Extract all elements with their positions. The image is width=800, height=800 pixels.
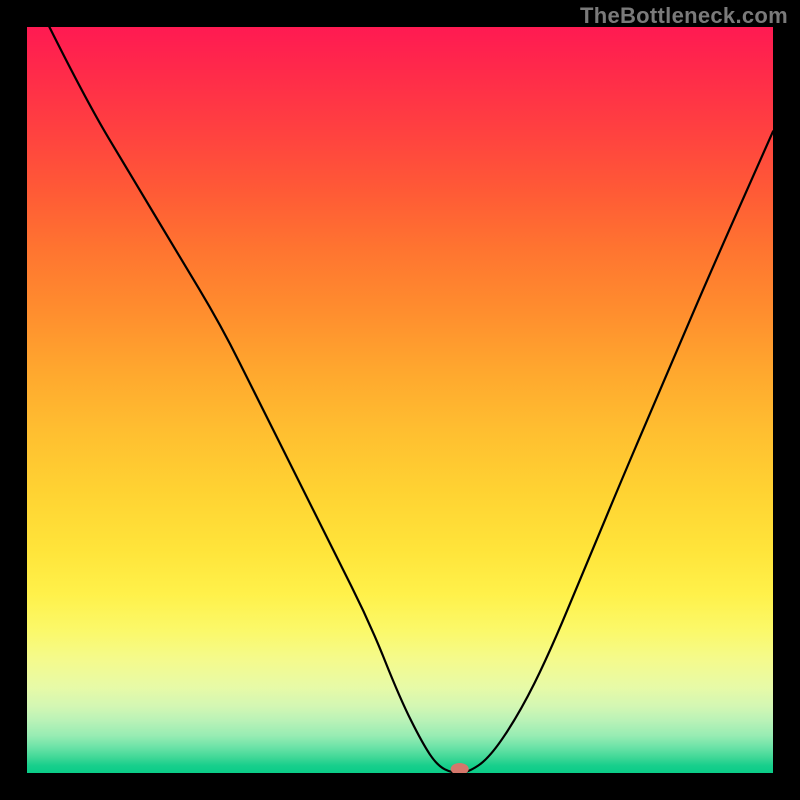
plot-svg <box>27 27 773 773</box>
bottleneck-curve <box>49 27 773 773</box>
watermark-label: TheBottleneck.com <box>580 3 788 29</box>
plot-area <box>27 27 773 773</box>
chart-frame: TheBottleneck.com <box>0 0 800 800</box>
current-config-marker <box>451 763 469 773</box>
